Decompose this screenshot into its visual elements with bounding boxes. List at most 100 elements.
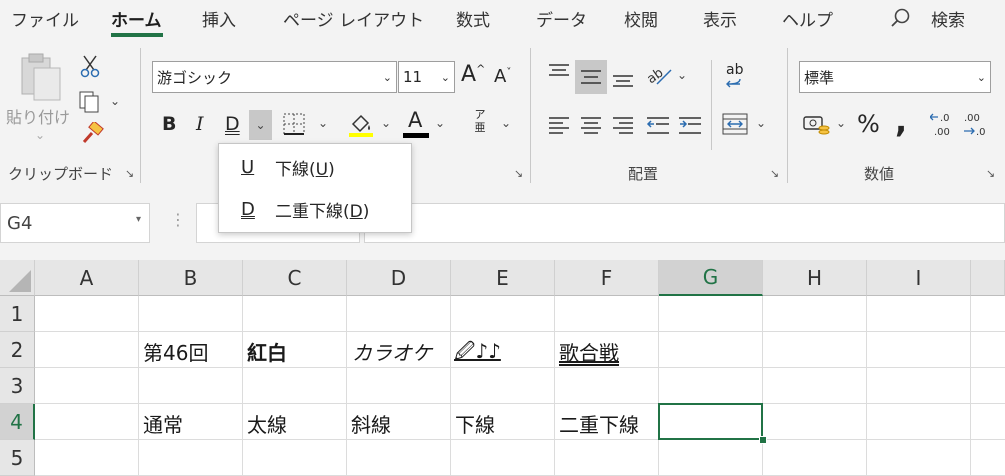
underline-label-close: ) [328,159,335,180]
tab-formulas[interactable]: 数式 [456,6,490,31]
number-format-combo[interactable]: 標準 ⌄ [799,61,991,93]
alignment-launcher-icon[interactable]: ↘ [768,168,781,181]
bold-button[interactable]: B [162,113,176,135]
percent-button[interactable]: % [857,110,880,138]
align-center-icon[interactable] [580,115,602,135]
number-launcher-icon[interactable]: ↘ [984,168,997,181]
italic-button[interactable]: I [196,113,204,135]
column-header-b[interactable]: B [139,260,243,296]
font-launcher-icon[interactable]: ↘ [512,168,525,181]
increase-decimal-icon[interactable]: .0.00 [929,110,956,138]
paste-icon[interactable] [14,52,64,102]
chevron-down-icon: ⌄ [976,71,986,84]
row-header-4[interactable]: 4 [0,404,35,440]
align-top-icon[interactable] [548,62,570,82]
tab-home[interactable]: ホーム [111,6,162,31]
row-header-5[interactable]: 5 [0,440,35,476]
shrink-font-button[interactable]: A˅ [494,66,511,87]
tab-view[interactable]: 表示 [703,6,737,31]
fill-color-icon[interactable] [347,110,375,138]
font-name-combo[interactable]: 游ゴシック ⌄ [152,61,397,93]
chevron-down-icon: ⌄ [382,71,392,84]
tab-data[interactable]: データ [536,6,587,31]
font-color-button[interactable]: A [403,108,429,138]
increase-indent-icon[interactable] [678,115,702,135]
selected-cell-g4[interactable] [658,403,763,440]
name-box[interactable]: G4 ▾ [0,203,150,243]
column-header-a[interactable]: A [35,260,139,296]
copy-dropdown-icon[interactable]: ⌄ [110,94,120,108]
orientation-icon[interactable]: ab [644,62,673,88]
cell-b4[interactable]: 通常 [143,409,183,438]
fill-color-dropdown-icon[interactable]: ⌄ [381,116,391,130]
align-middle-button[interactable] [575,60,607,94]
font-size-combo[interactable]: 11 ⌄ [398,61,455,93]
formula-input[interactable] [364,203,1005,243]
column-header-e[interactable]: E [451,260,555,296]
cell-d4[interactable]: 斜線 [351,409,391,438]
align-bottom-icon[interactable] [612,66,634,90]
borders-icon[interactable] [282,112,306,136]
underline-dropdown-button[interactable]: ⌄ [249,110,272,140]
column-header-i[interactable]: I [867,260,971,296]
cell-b2[interactable]: 第46回 [143,337,208,366]
borders-dropdown-icon[interactable]: ⌄ [318,116,328,130]
column-header-partial[interactable] [971,260,1005,296]
font-color-swatch [403,133,429,138]
tab-review[interactable]: 校閲 [624,6,658,31]
row-header-1[interactable]: 1 [0,296,35,332]
cell-e4[interactable]: 下線 [455,409,495,438]
spreadsheet-grid: A B C D E F G H I 1 2 3 4 5 第46回 紅白 カラオケ… [0,260,1005,476]
orientation-dropdown-icon[interactable]: ⌄ [677,68,687,82]
phonetic-button[interactable]: ア 亜 [472,108,488,138]
search-label[interactable]: 検索 [931,6,965,31]
align-right-icon[interactable] [612,115,634,135]
tab-insert[interactable]: 挿入 [202,6,236,31]
accounting-dropdown-icon[interactable]: ⌄ [836,116,846,130]
cell-f4[interactable]: 二重下線 [559,409,639,438]
clipboard-launcher-icon[interactable]: ↘ [123,168,136,181]
number-group-label: 数値 [864,165,895,183]
column-header-c[interactable]: C [243,260,347,296]
column-header-f[interactable]: F [555,260,659,296]
row-header-3[interactable]: 3 [0,368,35,404]
wrap-text-button[interactable]: ab [724,62,752,92]
paste-dropdown-icon[interactable]: ⌄ [35,128,45,142]
fill-handle[interactable] [759,436,767,444]
copy-icon[interactable] [78,90,104,114]
cell-f2[interactable]: 歌合戦 [559,337,619,366]
column-header-g[interactable]: G [659,260,763,296]
select-all-corner[interactable] [0,260,35,296]
column-header-d[interactable]: D [347,260,451,296]
underline-label-text: 下線( [275,159,316,180]
decrease-decimal-icon[interactable]: .00.0 [962,110,990,138]
tab-help[interactable]: ヘルプ [782,6,833,31]
cell-c4[interactable]: 太線 [247,409,287,438]
merge-center-icon[interactable] [722,112,748,136]
accounting-format-icon[interactable] [803,113,831,137]
cut-icon[interactable] [80,54,100,78]
cell-d2[interactable]: カラオケ [352,337,432,366]
menu-item-double-underline[interactable]: D 二重下線(D) [219,189,409,229]
column-header-h[interactable]: H [763,260,867,296]
menu-item-underline[interactable]: U 下線(U) [219,147,409,187]
phonetic-dropdown-icon[interactable]: ⌄ [501,116,511,130]
comma-button[interactable]: , [895,102,907,140]
group-separator [530,48,531,183]
align-left-icon[interactable] [548,115,570,135]
grow-font-button[interactable]: A^ [461,62,485,87]
cell-e2[interactable]: 🖉♪♪ [454,337,501,371]
merge-dropdown-icon[interactable]: ⌄ [756,116,766,130]
double-underline-button[interactable]: D [225,113,240,135]
paste-label[interactable]: 貼り付け [6,104,70,128]
alignment-group-label: 配置 [628,165,659,183]
decrease-indent-icon[interactable] [646,115,670,135]
font-color-dropdown-icon[interactable]: ⌄ [435,116,445,130]
row-header-2[interactable]: 2 [0,332,35,368]
tab-file[interactable]: ファイル [11,6,79,31]
cell-c2[interactable]: 紅白 [247,337,287,366]
tab-page-layout[interactable]: ページ レイアウト [283,6,424,31]
search-icon[interactable] [890,7,914,31]
font-color-glyph: A [408,108,423,132]
format-painter-icon[interactable] [80,120,104,146]
